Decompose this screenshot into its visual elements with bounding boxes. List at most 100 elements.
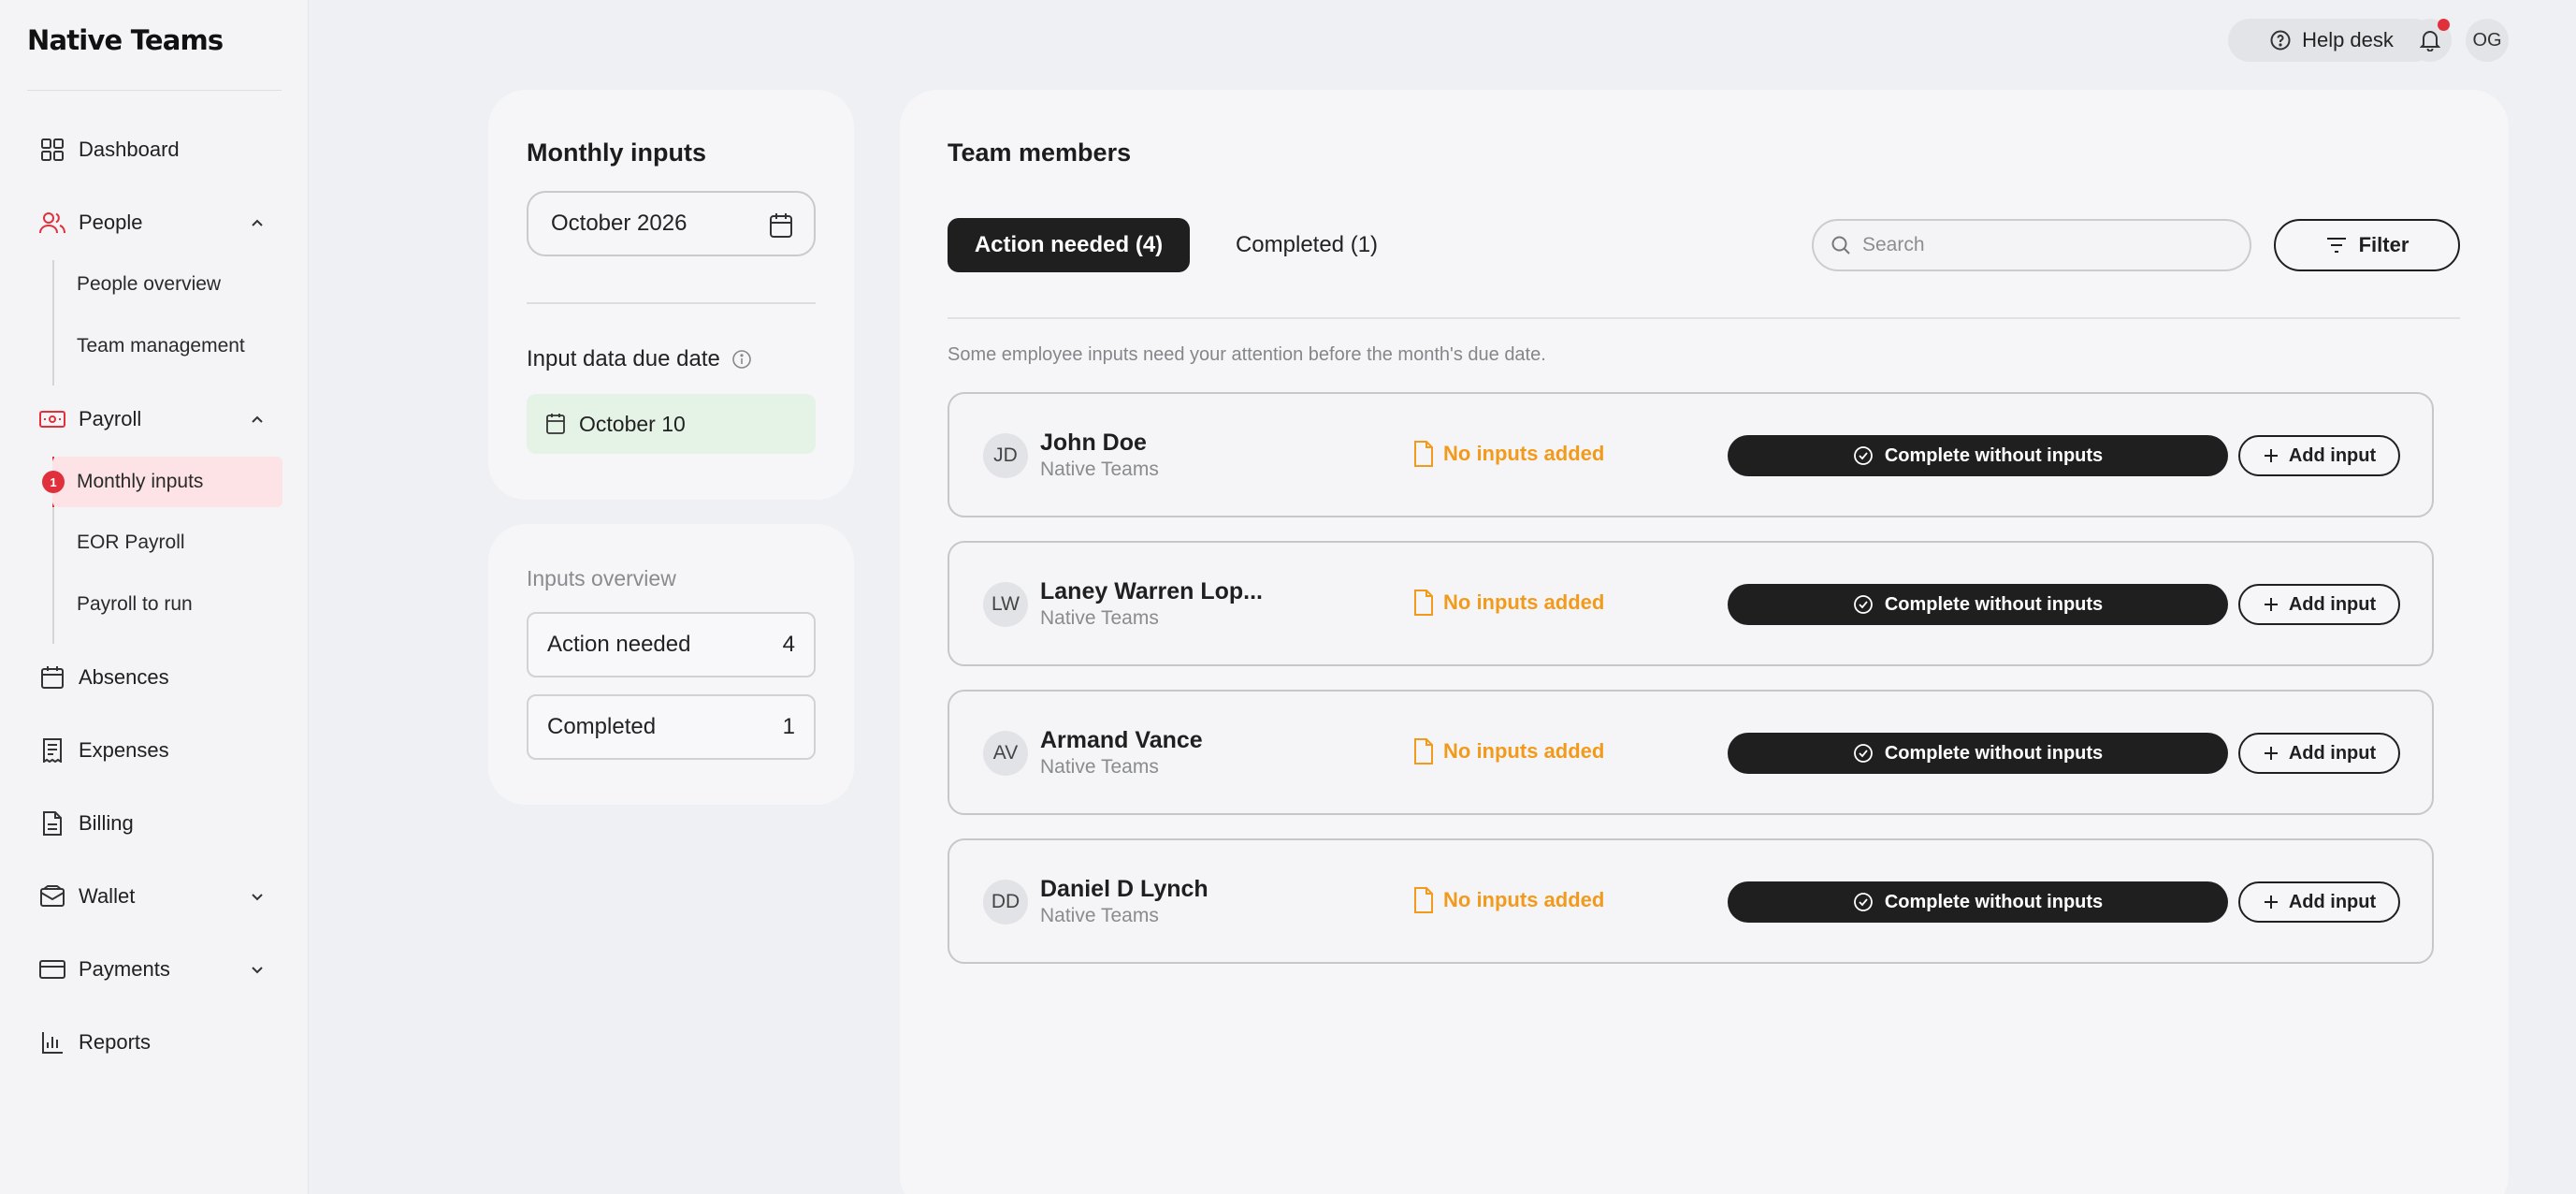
check-circle-icon [1853, 744, 1873, 763]
complete-label: Complete without inputs [1884, 444, 2104, 466]
sidebar-item-payroll-to-run[interactable]: Payroll to run [52, 579, 282, 630]
input-status: No inputs added [1413, 887, 1604, 913]
sidebar-item-team-management[interactable]: Team management [52, 321, 282, 371]
due-date-label-text: Input data due date [527, 346, 720, 371]
input-status: No inputs added [1413, 590, 1604, 616]
sidebar-label-billing: Billing [79, 811, 134, 835]
calendar-icon [39, 664, 65, 691]
chevron-down-icon [252, 967, 263, 974]
sidebar-label-people: People [79, 211, 143, 234]
sidebar-label-dashboard: Dashboard [79, 138, 180, 161]
plus-icon [2264, 449, 2278, 462]
add-input-label: Add input [2288, 593, 2377, 615]
sidebar-item-payroll[interactable]: Payroll [26, 394, 282, 444]
member-name[interactable]: Daniel D Lynch [1040, 876, 1208, 903]
sidebar-item-billing[interactable]: Billing [26, 798, 282, 849]
sidebar-item-people-overview[interactable]: People overview [52, 259, 282, 310]
file-icon [1414, 590, 1433, 616]
team-member-row: JD John Doe Native Teams No inputs added… [948, 392, 2434, 517]
brand-logo[interactable]: Native Teams [27, 24, 224, 56]
sidebar-item-wallet[interactable]: Wallet [26, 871, 282, 922]
help-desk-button[interactable]: Help desk [2228, 19, 2436, 62]
due-date-value: October 10 [579, 411, 686, 436]
search-input[interactable] [1862, 234, 2218, 256]
divider [948, 317, 2460, 319]
input-status-text: No inputs added [1443, 739, 1605, 763]
input-status: No inputs added [1413, 441, 1604, 467]
inputs-overview-title: Inputs overview [527, 566, 676, 590]
help-desk-label: Help desk [2302, 28, 2394, 51]
sidebar-item-eor-payroll[interactable]: EOR Payroll [52, 517, 282, 568]
chevron-up-icon [252, 219, 263, 226]
complete-label: Complete without inputs [1884, 593, 2104, 615]
overview-row-label: Action needed [547, 632, 691, 657]
check-circle-icon [1853, 595, 1873, 614]
tab-completed[interactable]: Completed (1) [1218, 218, 1396, 272]
check-circle-icon [1853, 446, 1873, 465]
sidebar-label-payments: Payments [79, 957, 170, 981]
sidebar-item-reports[interactable]: Reports [26, 1017, 282, 1068]
sidebar-item-absences[interactable]: Absences [26, 652, 282, 703]
add-input-button[interactable]: Add input [2238, 733, 2400, 774]
team-member-row: AV Armand Vance Native Teams No inputs a… [948, 690, 2434, 815]
calendar-icon [546, 414, 565, 434]
help-circle-icon [2270, 30, 2291, 51]
attention-hint: Some employee inputs need your attention… [948, 344, 1546, 365]
member-name[interactable]: John Doe [1040, 430, 1147, 457]
sidebar-item-monthly-inputs[interactable]: Monthly inputs [52, 457, 282, 507]
add-input-button[interactable]: Add input [2238, 881, 2400, 923]
overview-row-action-needed[interactable]: Action needed 4 [527, 612, 816, 677]
sidebar-item-payments[interactable]: Payments [26, 944, 282, 995]
complete-without-inputs-button[interactable]: Complete without inputs [1728, 881, 2228, 923]
overview-row-count: 1 [782, 714, 795, 739]
overview-row-label: Completed [547, 714, 657, 739]
sidebar-item-people[interactable]: People [26, 197, 282, 248]
notification-dot [2438, 19, 2450, 31]
complete-without-inputs-button[interactable]: Complete without inputs [1728, 733, 2228, 774]
calendar-icon [770, 213, 792, 238]
sidebar-label-reports: Reports [79, 1030, 152, 1054]
monthly-inputs-badge: 1 [42, 471, 65, 493]
sidebar-label-absences: Absences [79, 665, 169, 689]
plus-icon [2264, 747, 2278, 760]
member-company: Native Teams [1040, 756, 1159, 778]
check-circle-icon [1853, 893, 1873, 911]
chevron-up-icon [252, 415, 263, 423]
member-avatar: JD [983, 433, 1028, 478]
tab-action-needed[interactable]: Action needed (4) [948, 218, 1190, 272]
plus-icon [2264, 896, 2278, 909]
due-date-label: Input data due date [527, 346, 752, 372]
member-name[interactable]: Laney Warren Lop... [1040, 578, 1263, 605]
member-avatar: AV [983, 731, 1028, 776]
sidebar-item-expenses[interactable]: Expenses [26, 725, 282, 776]
input-status: No inputs added [1413, 738, 1604, 764]
input-status-text: No inputs added [1443, 590, 1605, 614]
add-input-button[interactable]: Add input [2238, 584, 2400, 625]
due-date-pill: October 10 [527, 394, 816, 454]
info-icon[interactable] [731, 349, 752, 370]
member-name[interactable]: Armand Vance [1040, 727, 1203, 754]
filter-icon [2326, 238, 2346, 253]
search-box [1812, 219, 2251, 271]
payroll-money-icon [39, 406, 65, 432]
overview-row-completed[interactable]: Completed 1 [527, 694, 816, 760]
add-input-button[interactable]: Add input [2238, 435, 2400, 476]
user-avatar[interactable]: OG [2466, 19, 2509, 62]
file-icon [1414, 441, 1433, 467]
credit-card-icon [39, 956, 65, 983]
complete-label: Complete without inputs [1884, 742, 2104, 764]
complete-without-inputs-button[interactable]: Complete without inputs [1728, 584, 2228, 625]
sidebar-label-expenses: Expenses [79, 738, 169, 762]
bell-icon [2420, 31, 2440, 51]
member-avatar: DD [983, 880, 1028, 925]
month-picker[interactable]: October 2026 [527, 191, 816, 256]
overview-row-count: 4 [782, 632, 795, 657]
sidebar-label-wallet: Wallet [79, 884, 136, 908]
sidebar-label-payroll: Payroll [79, 407, 142, 430]
complete-without-inputs-button[interactable]: Complete without inputs [1728, 435, 2228, 476]
file-icon [1414, 887, 1433, 913]
input-status-text: No inputs added [1443, 442, 1605, 465]
filter-button[interactable]: Filter [2274, 219, 2460, 271]
plus-icon [2264, 598, 2278, 611]
sidebar-item-dashboard[interactable]: Dashboard [26, 124, 282, 175]
